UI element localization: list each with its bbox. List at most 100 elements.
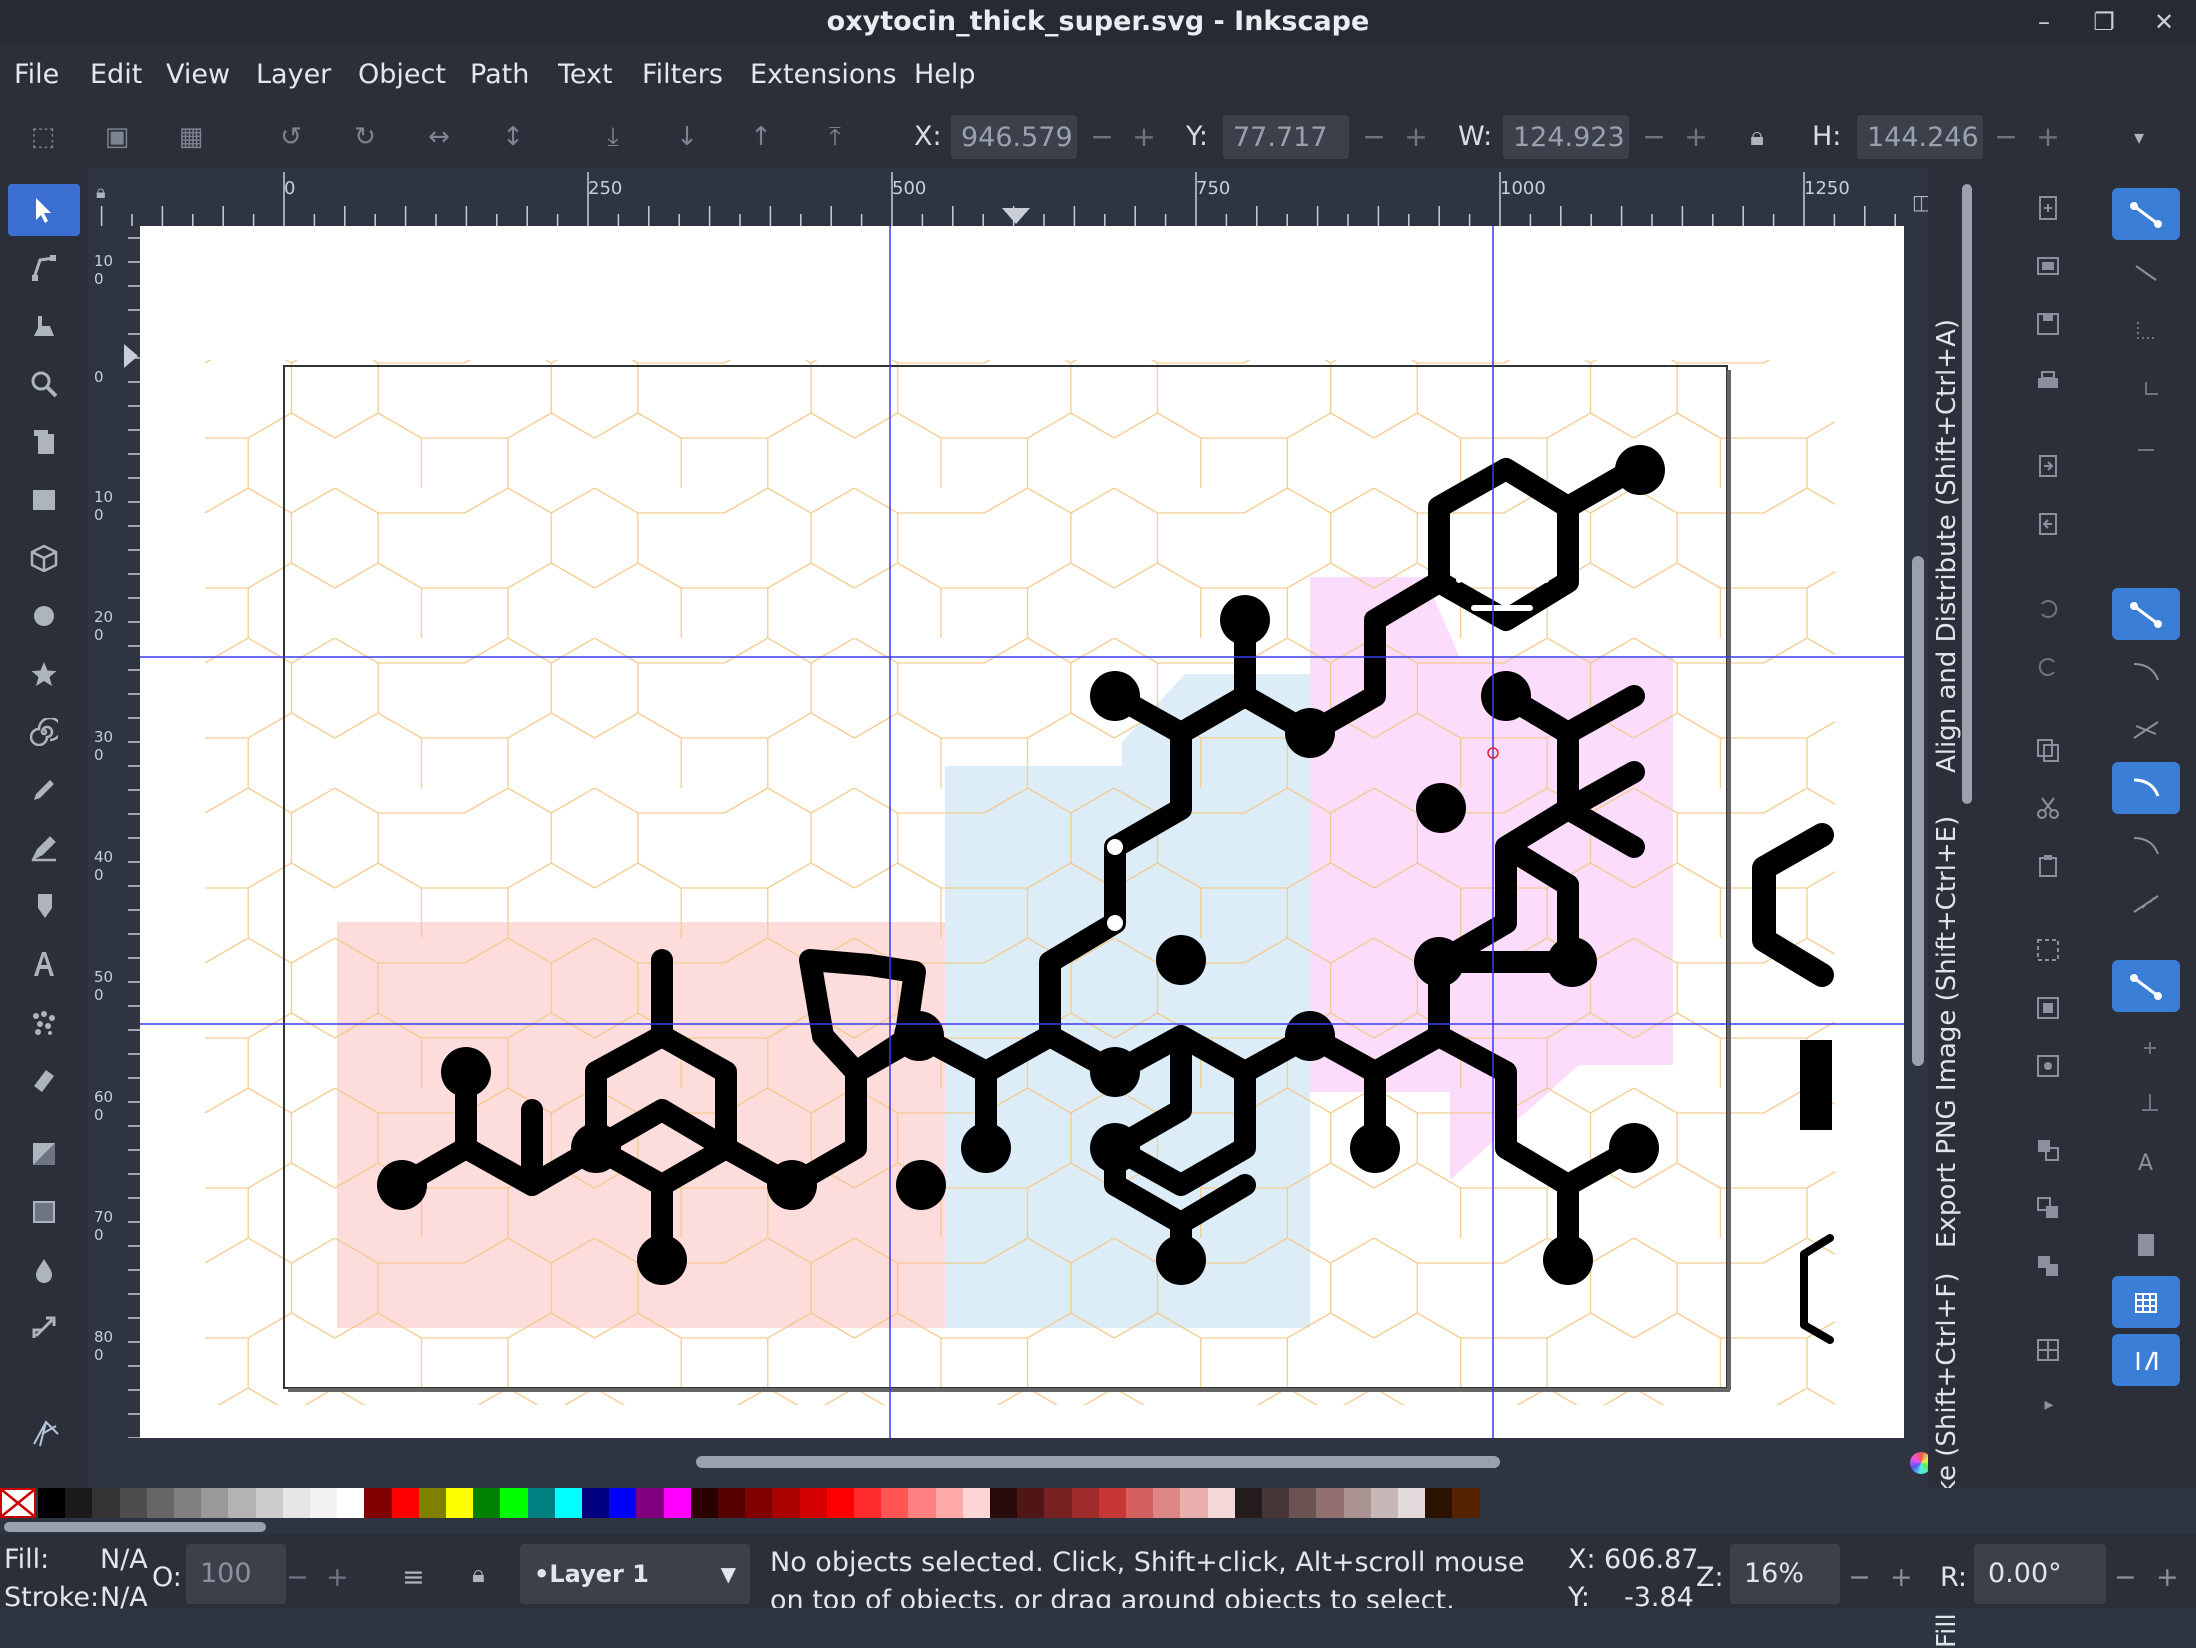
rotation-decrement-button[interactable]: − [2114, 1562, 2137, 1593]
palette-swatch[interactable] [418, 1488, 447, 1518]
rotation-input[interactable]: 0.00° [1974, 1544, 2106, 1604]
ellipse-tool[interactable] [8, 590, 80, 642]
snap-intersection-icon[interactable] [2112, 704, 2180, 756]
dock-scroll-thumb[interactable] [1962, 184, 1972, 804]
h-increment-button[interactable]: + [2028, 114, 2068, 160]
palette-swatch[interactable] [146, 1488, 175, 1518]
snap-others-toggle[interactable] [2112, 960, 2180, 1012]
unlink-clone-icon[interactable] [2034, 1252, 2064, 1282]
snap-bbox-corner-icon[interactable] [2112, 362, 2180, 414]
snap-toggle[interactable] [2112, 188, 2180, 240]
w-increment-button[interactable]: + [1676, 114, 1716, 160]
snap-path-icon[interactable] [2112, 646, 2180, 698]
raise-icon[interactable]: ↑ [744, 120, 778, 154]
zoom-increment-button[interactable]: + [1890, 1562, 1913, 1593]
snap-rotation-center-icon[interactable] [2112, 1076, 2180, 1128]
restore-icon[interactable]: ❐ [2084, 0, 2124, 44]
zoom-decrement-button[interactable]: − [1848, 1562, 1871, 1593]
snap-nodes-toggle[interactable] [2112, 588, 2180, 640]
palette-swatch[interactable] [391, 1488, 420, 1518]
palette-swatch[interactable] [772, 1488, 801, 1518]
palette-swatch[interactable] [990, 1488, 1018, 1518]
tab-align-distribute[interactable]: Align and Distribute (Shift+Ctrl+A) [1932, 319, 1962, 773]
group-icon[interactable] [2034, 1336, 2064, 1366]
palette-swatch[interactable] [364, 1488, 393, 1518]
x-increment-button[interactable]: + [1124, 114, 1164, 160]
layer-selector[interactable]: •Layer 1 ▼ [520, 1544, 750, 1604]
palette-swatch[interactable] [881, 1488, 910, 1518]
pencil-tool[interactable] [8, 764, 80, 816]
palette-swatch[interactable] [92, 1488, 121, 1518]
x-decrement-button[interactable]: − [1082, 114, 1122, 160]
palette-swatch[interactable] [745, 1488, 774, 1518]
flip-vertical-icon[interactable]: ↕ [496, 120, 530, 154]
eraser-tool[interactable] [8, 1054, 80, 1106]
calligraphy-tool[interactable] [8, 880, 80, 932]
raise-to-top-icon[interactable]: ⤒ [818, 120, 852, 154]
snap-guide-toggle[interactable] [2112, 1334, 2180, 1386]
palette-swatch[interactable] [1452, 1488, 1481, 1518]
rotate-cw-icon[interactable]: ↻ [348, 120, 382, 154]
clone-icon[interactable] [2034, 1194, 2064, 1224]
tweak-tool[interactable] [8, 300, 80, 352]
zoom-input[interactable]: 16% [1730, 1544, 1840, 1604]
palette-swatch[interactable] [1098, 1488, 1127, 1518]
measure-compass-tool[interactable] [8, 1404, 80, 1456]
y-input[interactable]: 77.717 [1222, 114, 1350, 160]
ruler-lock-icon[interactable]: 🔒︎ [96, 182, 118, 204]
drawing-canvas[interactable] [140, 226, 1904, 1438]
snap-grid-toggle[interactable] [2112, 1276, 2180, 1328]
select-all-layers-icon[interactable]: ▣ [100, 120, 134, 154]
palette-swatch[interactable] [1044, 1488, 1073, 1518]
palette-swatch[interactable] [1207, 1488, 1236, 1518]
commands-overflow-icon[interactable]: ▸ [2034, 1394, 2064, 1424]
snap-center-icon[interactable] [2112, 1018, 2180, 1070]
palette-swatch[interactable] [1153, 1488, 1182, 1518]
palette-swatch[interactable] [962, 1488, 991, 1518]
measure-tool[interactable] [8, 416, 80, 468]
palette-swatch[interactable] [1343, 1488, 1372, 1518]
palette-scroll-thumb[interactable] [4, 1522, 266, 1532]
rotate-ccw-icon[interactable]: ↺ [274, 120, 308, 154]
node-tool[interactable] [8, 242, 80, 294]
deselect-icon[interactable]: ▦ [174, 120, 208, 154]
palette-swatch[interactable] [690, 1488, 719, 1518]
select-all-icon[interactable]: ⬚ [26, 120, 60, 154]
opacity-input[interactable]: 100 [186, 1544, 286, 1604]
fill-value[interactable]: N/A [100, 1544, 148, 1575]
paste-icon[interactable] [2034, 852, 2064, 882]
copy-icon[interactable] [2034, 736, 2064, 766]
palette-swatch[interactable] [1234, 1488, 1263, 1518]
canvas-hscroll-thumb[interactable] [696, 1456, 1500, 1468]
palette-swatch[interactable] [554, 1488, 583, 1518]
palette-swatch[interactable] [38, 1488, 66, 1518]
palette-swatch[interactable] [582, 1488, 610, 1518]
print-icon[interactable] [2034, 368, 2064, 398]
zoom-selection-icon[interactable] [2034, 936, 2064, 966]
menu-path[interactable]: Path [470, 44, 529, 106]
menu-object[interactable]: Object [358, 44, 446, 106]
palette-swatch[interactable] [636, 1488, 665, 1518]
palette-swatch[interactable] [201, 1488, 230, 1518]
menu-file[interactable]: File [14, 44, 59, 106]
menu-edit[interactable]: Edit [90, 44, 142, 106]
menu-filters[interactable]: Filters [642, 44, 723, 106]
snap-bbox-midpoint-icon[interactable] [2112, 420, 2180, 472]
snap-bbox-edge-icon[interactable] [2112, 304, 2180, 356]
menu-extensions[interactable]: Extensions [750, 44, 897, 106]
palette-swatch[interactable] [663, 1488, 692, 1518]
lower-icon[interactable]: ↓ [670, 120, 704, 154]
palette-swatch[interactable] [310, 1488, 338, 1518]
export-icon[interactable] [2034, 510, 2064, 540]
toolbar-overflow-icon[interactable]: ▾ [2122, 120, 2156, 154]
palette-swatch[interactable] [1017, 1488, 1046, 1518]
palette-swatch[interactable] [826, 1488, 855, 1518]
close-icon[interactable]: ✕ [2144, 0, 2184, 44]
palette-swatch[interactable] [1071, 1488, 1100, 1518]
palette-swatch[interactable] [718, 1488, 746, 1518]
3d-box-tool[interactable] [8, 532, 80, 584]
palette-swatch[interactable] [1398, 1488, 1426, 1518]
rectangle-tool[interactable] [8, 474, 80, 526]
palette-swatch[interactable] [1425, 1488, 1454, 1518]
snap-bbox-icon[interactable] [2112, 246, 2180, 298]
